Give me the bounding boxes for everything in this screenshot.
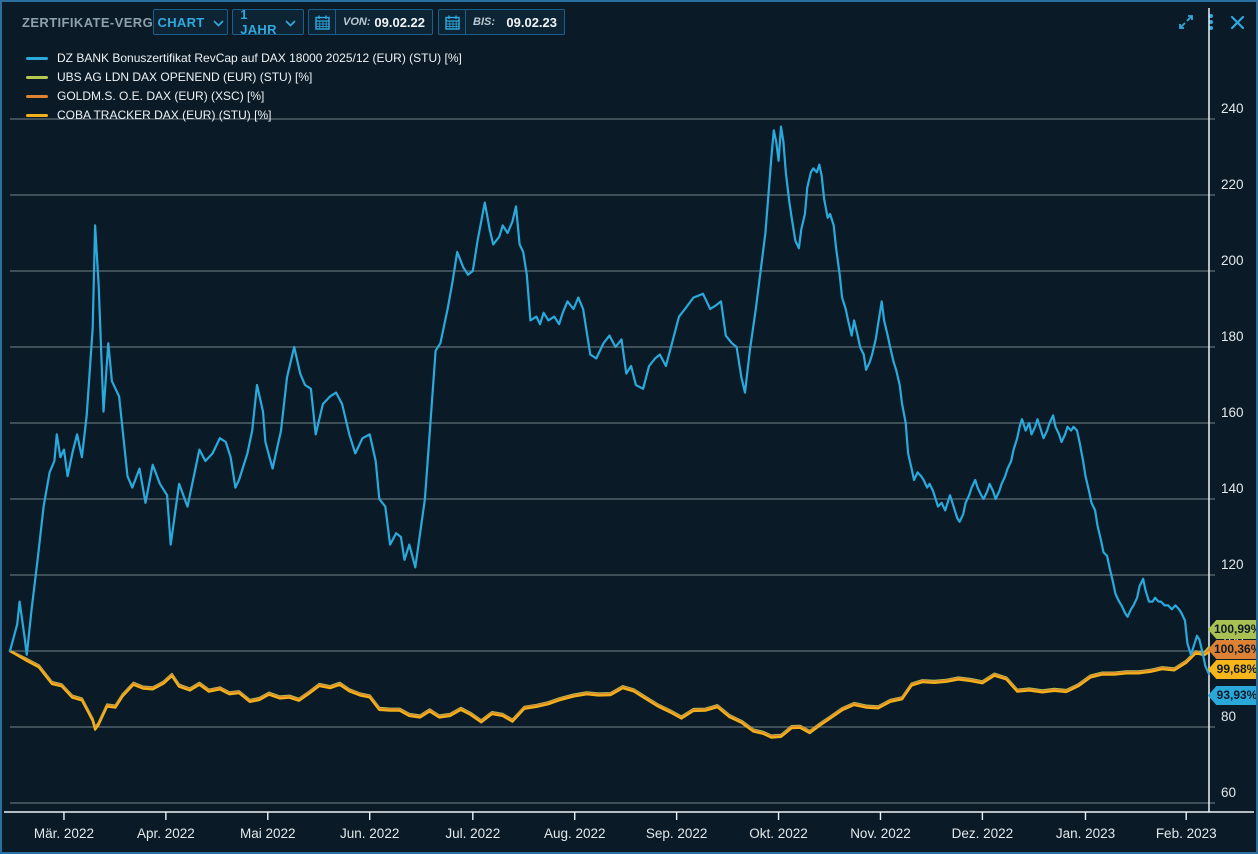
series-line [10, 651, 1209, 738]
y-axis-label: 240 [1221, 101, 1244, 116]
legend-item[interactable]: GOLDM.S. O.E. DAX (EUR) (XSC) [%] [26, 89, 462, 103]
value-badge: 100,99% [1208, 620, 1258, 639]
legend-swatch-icon [26, 57, 48, 60]
legend-item-label: COBA TRACKER DAX (EUR) (STU) [%] [57, 108, 271, 122]
y-axis-label: 220 [1221, 177, 1244, 192]
legend-item-label: DZ BANK Bonuszertifikat RevCap auf DAX 1… [57, 51, 462, 65]
value-badge: 93,93% [1208, 686, 1258, 705]
y-axis-label: 120 [1221, 557, 1244, 572]
y-axis-label: 160 [1221, 405, 1244, 420]
x-axis-label: Apr. 2022 [137, 826, 195, 841]
x-axis-label: Sep. 2022 [646, 826, 708, 841]
x-axis-label: Aug. 2022 [544, 826, 606, 841]
legend-item[interactable]: DZ BANK Bonuszertifikat RevCap auf DAX 1… [26, 51, 462, 65]
x-axis-label: Mär. 2022 [34, 826, 94, 841]
x-axis-label: Jul. 2022 [445, 826, 500, 841]
legend-swatch-icon [26, 114, 48, 117]
legend: DZ BANK Bonuszertifikat RevCap auf DAX 1… [26, 51, 462, 127]
y-axis-label: 140 [1221, 481, 1244, 496]
y-axis-label: 180 [1221, 329, 1244, 344]
x-axis-label: Mai 2022 [240, 826, 296, 841]
x-axis-label: Jun. 2022 [340, 826, 399, 841]
value-badge: 100,36% [1208, 640, 1258, 659]
x-axis-label: Nov. 2022 [850, 826, 911, 841]
legend-item-label: UBS AG LDN DAX OPENEND (EUR) (STU) [%] [57, 70, 312, 84]
y-axis-label: 80 [1221, 709, 1236, 724]
legend-swatch-icon [26, 95, 48, 98]
certificate-comparison-window: ZERTIFIKATE-VERGLEICH CHART 1 JAHR [0, 0, 1258, 854]
x-axis-label: Jan. 2023 [1056, 826, 1115, 841]
legend-item-label: GOLDM.S. O.E. DAX (EUR) (XSC) [%] [57, 89, 264, 103]
legend-swatch-icon [26, 76, 48, 79]
legend-item[interactable]: UBS AG LDN DAX OPENEND (EUR) (STU) [%] [26, 70, 462, 84]
y-axis-label: 60 [1221, 785, 1236, 800]
x-axis-label: Feb. 2023 [1156, 826, 1217, 841]
x-axis-label: Dez. 2022 [952, 826, 1014, 841]
x-axis-label: Okt. 2022 [749, 826, 808, 841]
series-line [10, 650, 1209, 737]
series-line [10, 127, 1209, 675]
value-badge: 99,68% [1208, 660, 1258, 679]
y-axis-label: 200 [1221, 253, 1244, 268]
legend-item[interactable]: COBA TRACKER DAX (EUR) (STU) [%] [26, 108, 462, 122]
chart-plot-area[interactable]: 6080100120140160180200220240Mär. 2022Apr… [2, 2, 1258, 854]
